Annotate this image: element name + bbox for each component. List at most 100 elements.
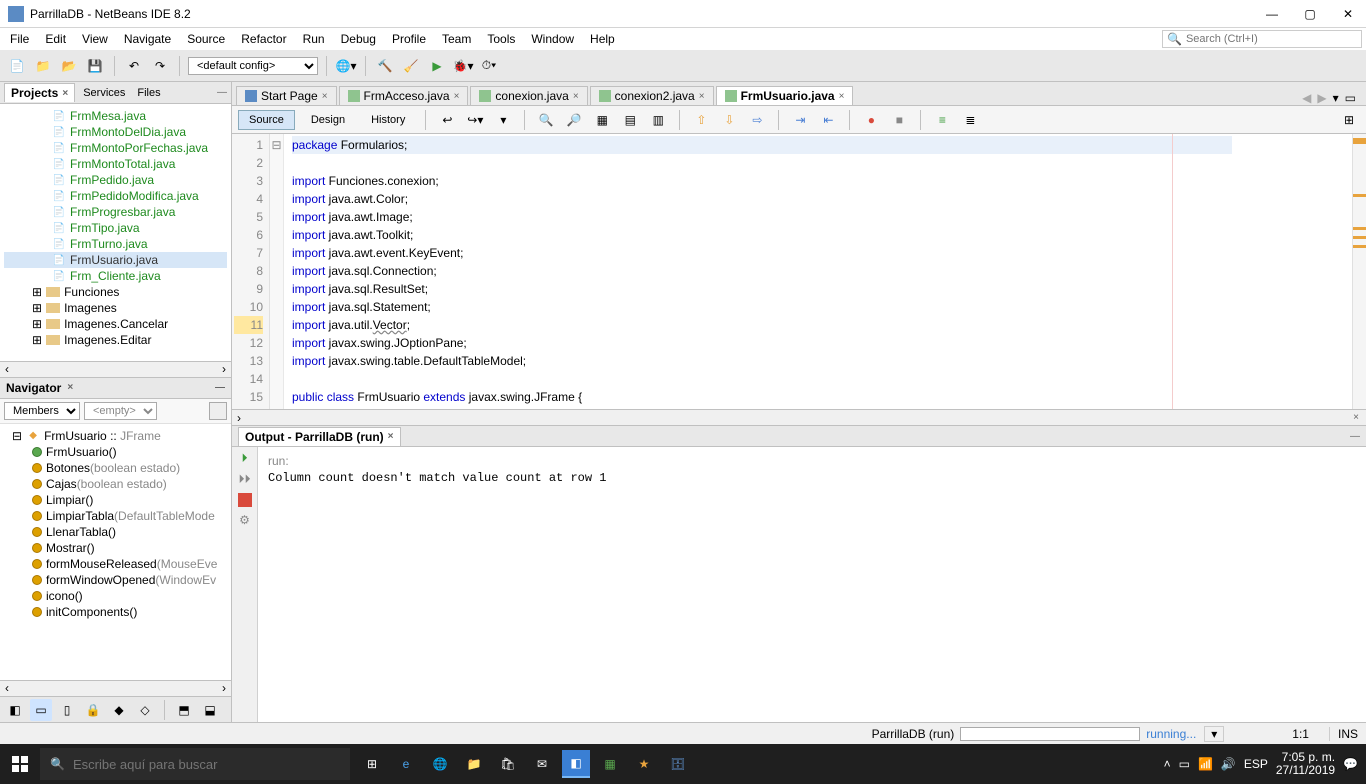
close-tab-icon[interactable]: × <box>322 91 328 102</box>
taskbar-search[interactable]: 🔍 <box>40 748 350 780</box>
history-mode-tab[interactable]: History <box>361 111 415 129</box>
nav-method[interactable]: Cajas(boolean estado) <box>4 476 227 492</box>
new-file-button[interactable]: 📄 <box>6 55 28 77</box>
file-item[interactable]: 📄FrmMontoDelDia.java <box>4 124 227 140</box>
nav-btn-1[interactable]: ◧ <box>4 699 26 721</box>
out-settings-icon[interactable]: ⚙ <box>239 513 250 527</box>
close-icon[interactable]: × <box>67 382 73 393</box>
app-icon-3[interactable]: ★ <box>630 750 658 778</box>
file-item[interactable]: 📄Frm_Cliente.java <box>4 268 227 284</box>
nav-method[interactable]: LimpiarTabla(DefaultTableMode <box>4 508 227 524</box>
tray-up-icon[interactable]: ˄ <box>1164 757 1171 771</box>
store-icon[interactable]: 🛍 <box>494 750 522 778</box>
ed-btn-sel[interactable]: ▾ <box>492 109 514 131</box>
battery-icon[interactable]: ▭ <box>1179 757 1190 771</box>
tab-files[interactable]: Files <box>131 85 166 101</box>
folder-item[interactable]: ⊞Imagenes <box>4 300 227 316</box>
code-area[interactable]: package Formularios; import Funciones.co… <box>284 134 1352 409</box>
nav-method[interactable]: Mostrar() <box>4 540 227 556</box>
navigator-scroll-h[interactable]: ‹› <box>0 680 231 696</box>
close-tab-icon[interactable]: × <box>839 91 845 102</box>
ed-btn-rec[interactable]: ● <box>860 109 882 131</box>
menu-help[interactable]: Help <box>584 30 621 48</box>
menu-debug[interactable]: Debug <box>335 30 382 48</box>
menu-refactor[interactable]: Refactor <box>235 30 292 48</box>
design-mode-tab[interactable]: Design <box>301 111 355 129</box>
nav-btn-2[interactable]: ▭ <box>30 699 52 721</box>
redo-button[interactable]: ↷ <box>149 55 171 77</box>
ed-btn-fwd[interactable]: ↪▾ <box>464 109 486 131</box>
ed-btn-up[interactable]: ⇧ <box>690 109 712 131</box>
projects-scroll-h[interactable]: ‹› <box>0 361 231 377</box>
search-input[interactable] <box>1186 33 1357 45</box>
menu-source[interactable]: Source <box>181 30 231 48</box>
file-item[interactable]: 📄FrmPedido.java <box>4 172 227 188</box>
minimize-pane-icon[interactable]: — <box>215 382 225 393</box>
expand-icon[interactable]: ⊞ <box>32 317 42 331</box>
ed-btn-nav[interactable]: ⇨ <box>746 109 768 131</box>
save-all-button[interactable]: 💾 <box>84 55 106 77</box>
ed-btn-indent[interactable]: ⇥ <box>789 109 811 131</box>
open-button[interactable]: 📂 <box>58 55 80 77</box>
minimize-pane-icon[interactable]: — <box>1350 431 1360 442</box>
close-button[interactable]: ✕ <box>1338 7 1358 21</box>
taskbar-search-input[interactable] <box>73 757 340 772</box>
hammer-button[interactable]: 🔨 <box>374 55 396 77</box>
ed-btn-stop[interactable]: ■ <box>888 109 910 131</box>
nav-method[interactable]: LlenarTabla() <box>4 524 227 540</box>
file-item[interactable]: 📄FrmProgresbar.java <box>4 204 227 220</box>
editor-tab[interactable]: conexion.java× <box>470 86 587 105</box>
file-item[interactable]: 📄FrmMontoPorFechas.java <box>4 140 227 156</box>
file-item[interactable]: 📄FrmTipo.java <box>4 220 227 236</box>
clean-build-button[interactable]: 🧹 <box>400 55 422 77</box>
menu-edit[interactable]: Edit <box>39 30 72 48</box>
status-tasks-icon[interactable]: ▾ <box>1204 726 1224 742</box>
close-tab-icon[interactable]: × <box>699 91 705 102</box>
editor-scroll-h[interactable]: › × <box>232 409 1366 425</box>
folder-item[interactable]: ⊞Imagenes.Editar <box>4 332 227 348</box>
ed-btn-back[interactable]: ↩ <box>436 109 458 131</box>
menu-run[interactable]: Run <box>297 30 331 48</box>
menu-team[interactable]: Team <box>436 30 477 48</box>
nav-method[interactable]: formWindowOpened(WindowEv <box>4 572 227 588</box>
close-tab-icon[interactable]: × <box>573 91 579 102</box>
nav-btn-8[interactable]: ⬓ <box>199 699 221 721</box>
app-icon-2[interactable]: ▦ <box>596 750 624 778</box>
new-project-button[interactable]: 📁 <box>32 55 54 77</box>
menu-file[interactable]: File <box>4 30 35 48</box>
file-item[interactable]: 📄FrmUsuario.java <box>4 252 227 268</box>
tab-dropdown-icon[interactable]: ▾ <box>1333 91 1339 105</box>
output-tab[interactable]: Output - ParrillaDB (run) × <box>238 427 401 446</box>
error-stripe[interactable] <box>1352 134 1366 409</box>
expand-icon[interactable]: ⊞ <box>32 285 42 299</box>
build-button[interactable]: 🌐▾ <box>335 55 357 77</box>
out-stop-icon[interactable] <box>238 493 252 507</box>
editor-tab[interactable]: Start Page× <box>236 86 337 105</box>
undo-button[interactable]: ↶ <box>123 55 145 77</box>
netbeans-icon[interactable]: ◧ <box>562 750 590 778</box>
tab-nav-back-icon[interactable]: ◀ <box>1302 91 1311 105</box>
profile-button[interactable]: ⏱▾ <box>478 55 500 77</box>
ed-btn-findprev[interactable]: 🔎 <box>563 109 585 131</box>
menu-window[interactable]: Window <box>525 30 580 48</box>
close-icon[interactable]: × <box>388 431 394 442</box>
nav-method[interactable]: Botones(boolean estado) <box>4 460 227 476</box>
ed-btn-hilite[interactable]: ▦ <box>591 109 613 131</box>
chrome-icon[interactable]: 🌐 <box>426 750 454 778</box>
maximize-editor-icon[interactable]: ▭ <box>1345 91 1356 105</box>
nav-method[interactable]: FrmUsuario() <box>4 444 227 460</box>
ed-btn-comment[interactable]: ≡ <box>931 109 953 131</box>
run-button[interactable]: ▶ <box>426 55 448 77</box>
close-tab-icon[interactable]: × <box>454 91 460 102</box>
navigator-mode-select[interactable]: Members <box>4 402 80 420</box>
ed-btn-split[interactable]: ⊞ <box>1338 109 1360 131</box>
task-view-icon[interactable]: ⊞ <box>358 750 386 778</box>
editor-tab[interactable]: FrmUsuario.java× <box>716 86 854 105</box>
minimize-pane-icon[interactable]: — <box>217 87 227 98</box>
output-text[interactable]: run: Column count doesn't match value co… <box>258 447 1366 722</box>
nav-root[interactable]: ⊟◆FrmUsuario :: JFrame <box>4 428 227 444</box>
menu-tools[interactable]: Tools <box>481 30 521 48</box>
nav-btn-5[interactable]: ◆ <box>108 699 130 721</box>
ed-btn-outdent[interactable]: ⇤ <box>817 109 839 131</box>
nav-btn-7[interactable]: ⬒ <box>173 699 195 721</box>
